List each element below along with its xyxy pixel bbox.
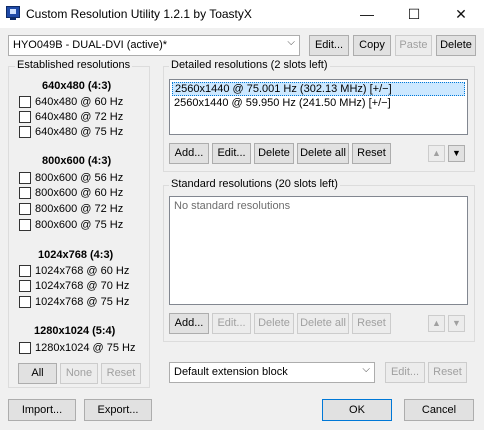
established-heading-800: 800x600 (4:3) xyxy=(42,155,112,167)
established-title: Established resolutions xyxy=(15,59,133,71)
checkbox-1024x768-60[interactable] xyxy=(19,265,31,277)
checkbox-640x480-72[interactable] xyxy=(19,111,31,123)
standard-move-up-button[interactable]: ▲ xyxy=(428,315,445,332)
detailed-add-button[interactable]: Add... xyxy=(169,143,209,164)
close-button[interactable]: ✕ xyxy=(438,0,484,28)
label-1024x768-70: 1024x768 @ 70 Hz xyxy=(35,280,130,292)
established-heading-1280: 1280x1024 (5:4) xyxy=(34,325,116,337)
extension-block-value: Default extension block xyxy=(174,366,288,378)
title-bar: Custom Resolution Utility 1.2.1 by Toast… xyxy=(0,0,484,28)
standard-reset-button[interactable]: Reset xyxy=(352,313,391,334)
label-640x480-60: 640x480 @ 60 Hz xyxy=(35,96,124,108)
monitor-select-value: HYO049B - DUAL-DVI (active)* xyxy=(13,39,168,51)
standard-title: Standard resolutions (20 slots left) xyxy=(169,178,340,190)
detailed-reset-button[interactable]: Reset xyxy=(352,143,391,164)
detailed-list-item[interactable]: 2560x1440 @ 59.950 Hz (241.50 MHz) [+/−] xyxy=(174,97,391,109)
extension-block-select[interactable]: Default extension block ⌵ xyxy=(169,362,375,383)
detailed-move-down-button[interactable]: ▼ xyxy=(448,145,465,162)
monitor-paste-button[interactable]: Paste xyxy=(395,35,432,56)
cancel-button[interactable]: Cancel xyxy=(404,399,474,421)
checkbox-800x600-56[interactable] xyxy=(19,172,31,184)
checkbox-1024x768-75[interactable] xyxy=(19,296,31,308)
checkbox-800x600-60[interactable] xyxy=(19,187,31,199)
checkbox-800x600-75[interactable] xyxy=(19,219,31,231)
standard-delete-all-button[interactable]: Delete all xyxy=(297,313,349,334)
checkbox-800x600-72[interactable] xyxy=(19,203,31,215)
standard-list[interactable]: No standard resolutions xyxy=(169,196,468,305)
monitor-app-icon xyxy=(6,6,20,18)
detailed-list[interactable]: 2560x1440 @ 75.001 Hz (302.13 MHz) [+/−]… xyxy=(169,79,468,135)
established-reset-button[interactable]: Reset xyxy=(101,363,141,384)
checkbox-1024x768-70[interactable] xyxy=(19,280,31,292)
label-640x480-72: 640x480 @ 72 Hz xyxy=(35,111,124,123)
monitor-delete-button[interactable]: Delete xyxy=(436,35,476,56)
import-button[interactable]: Import... xyxy=(8,399,76,421)
standard-add-button[interactable]: Add... xyxy=(169,313,209,334)
label-800x600-60: 800x600 @ 60 Hz xyxy=(35,187,124,199)
standard-empty-text: No standard resolutions xyxy=(174,200,291,212)
detailed-move-up-button[interactable]: ▲ xyxy=(428,145,445,162)
label-800x600-56: 800x600 @ 56 Hz xyxy=(35,172,124,184)
checkbox-640x480-75[interactable] xyxy=(19,126,31,138)
standard-edit-button[interactable]: Edit... xyxy=(212,313,251,334)
extension-reset-button[interactable]: Reset xyxy=(428,362,467,383)
label-640x480-75: 640x480 @ 75 Hz xyxy=(35,126,124,138)
export-button[interactable]: Export... xyxy=(84,399,152,421)
checkbox-1280x1024-75[interactable] xyxy=(19,342,31,354)
label-800x600-72: 800x600 @ 72 Hz xyxy=(35,203,124,215)
detailed-delete-button[interactable]: Delete xyxy=(254,143,294,164)
label-800x600-75: 800x600 @ 75 Hz xyxy=(35,219,124,231)
ok-button[interactable]: OK xyxy=(322,399,392,421)
label-1280x1024-75: 1280x1024 @ 75 Hz xyxy=(35,342,136,354)
monitor-select[interactable]: HYO049B - DUAL-DVI (active)* ⌵ xyxy=(8,35,300,56)
monitor-copy-button[interactable]: Copy xyxy=(353,35,391,56)
minimize-button[interactable]: — xyxy=(344,0,390,28)
established-none-button[interactable]: None xyxy=(60,363,98,384)
window-title: Custom Resolution Utility 1.2.1 by Toast… xyxy=(26,7,252,21)
standard-move-down-button[interactable]: ▼ xyxy=(448,315,465,332)
chevron-down-icon: ⌵ xyxy=(362,364,370,375)
checkbox-640x480-60[interactable] xyxy=(19,96,31,108)
monitor-stand-icon xyxy=(10,18,16,20)
detailed-edit-button[interactable]: Edit... xyxy=(212,143,251,164)
standard-delete-button[interactable]: Delete xyxy=(254,313,294,334)
established-all-button[interactable]: All xyxy=(18,363,57,384)
established-heading-1024: 1024x768 (4:3) xyxy=(38,249,114,261)
detailed-delete-all-button[interactable]: Delete all xyxy=(297,143,349,164)
maximize-button[interactable]: ☐ xyxy=(391,0,437,28)
monitor-edit-button[interactable]: Edit... xyxy=(309,35,349,56)
detailed-title: Detailed resolutions (2 slots left) xyxy=(169,59,330,71)
established-heading-640: 640x480 (4:3) xyxy=(42,80,112,92)
detailed-list-item-selected[interactable]: 2560x1440 @ 75.001 Hz (302.13 MHz) [+/−] xyxy=(172,82,465,96)
extension-edit-button[interactable]: Edit... xyxy=(385,362,425,383)
detailed-item-text: 2560x1440 @ 75.001 Hz (302.13 MHz) [+/−] xyxy=(175,83,392,95)
chevron-down-icon: ⌵ xyxy=(287,37,295,48)
label-1024x768-75: 1024x768 @ 75 Hz xyxy=(35,296,130,308)
label-1024x768-60: 1024x768 @ 60 Hz xyxy=(35,265,130,277)
